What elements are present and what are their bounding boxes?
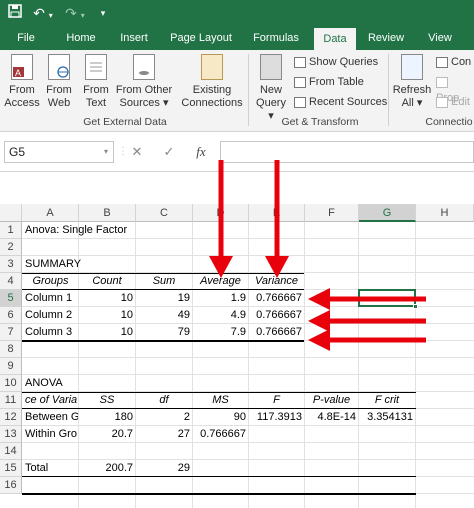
arrow-left-row6 <box>308 310 426 332</box>
arrow-left-row5 <box>308 288 426 310</box>
annotation-arrows <box>209 160 426 351</box>
arrow-left-row7 <box>308 329 426 351</box>
arrow-down-average <box>209 160 233 278</box>
arrow-down-variance <box>265 160 289 278</box>
